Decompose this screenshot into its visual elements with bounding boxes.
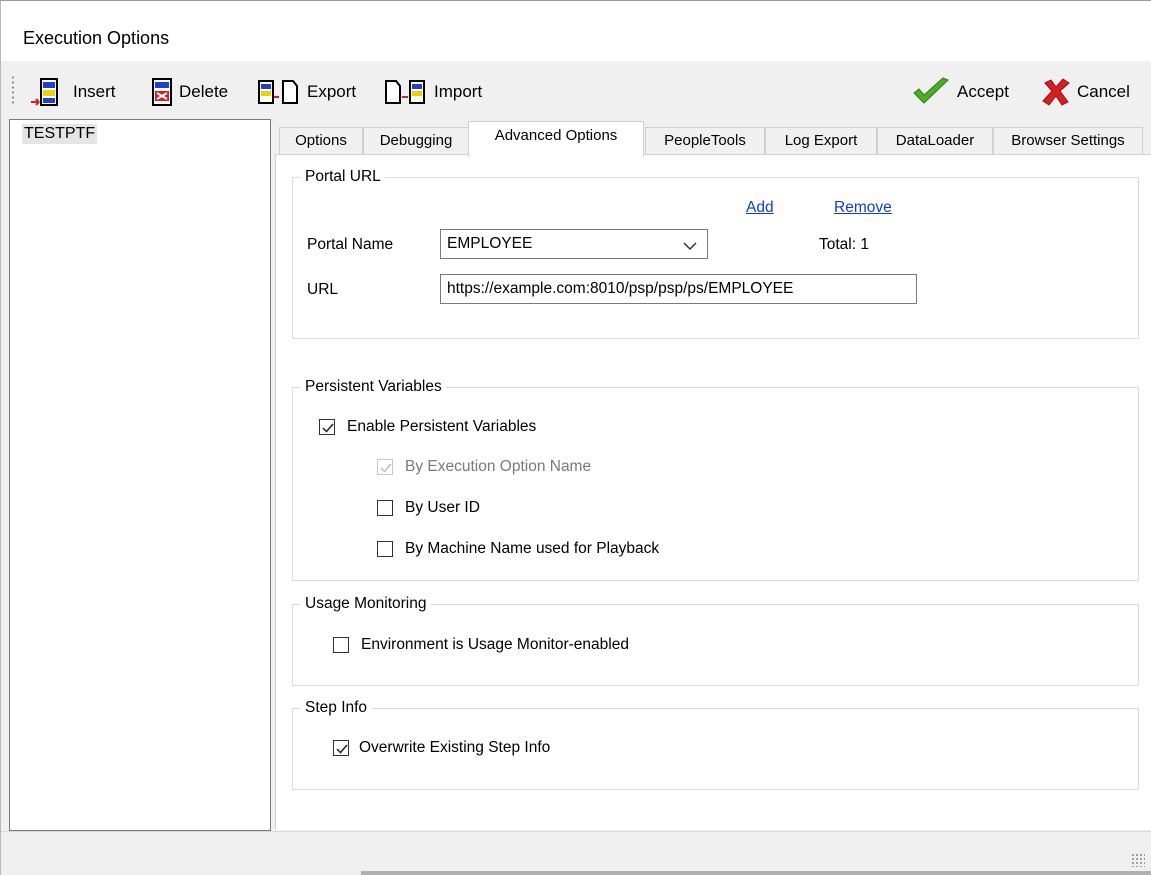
portal-name-value: EMPLOYEE (447, 235, 533, 252)
accept-button[interactable]: Accept (911, 77, 1009, 107)
portal-url-group: Portal URL (292, 166, 1139, 339)
checkbox-box[interactable] (319, 419, 335, 435)
import-button[interactable]: Import (384, 77, 482, 107)
by-execution-option-name-checkbox: By Execution Option Name (377, 457, 591, 477)
checkbox-box (377, 459, 393, 475)
tab-debugging[interactable]: Debugging (363, 127, 469, 155)
overwrite-step-info-label: Overwrite Existing Step Info (359, 739, 551, 756)
chevron-down-icon (683, 238, 697, 256)
tab-dataloader[interactable]: DataLoader (877, 127, 993, 155)
checkbox-box[interactable] (377, 500, 393, 516)
delete-label: Delete (179, 82, 229, 101)
window-title: Execution Options (23, 28, 170, 48)
usage-monitor-enabled-label: Environment is Usage Monitor-enabled (361, 636, 629, 653)
by-machine-name-checkbox[interactable]: By Machine Name used for Playback (377, 539, 659, 559)
insert-icon (27, 77, 67, 107)
tab-advanced-options[interactable]: Advanced Options (468, 121, 644, 157)
import-icon (384, 77, 428, 107)
enable-persistent-variables-checkbox[interactable]: Enable Persistent Variables (319, 417, 536, 437)
list-item[interactable]: TESTPTF (22, 124, 98, 144)
tab-log-export[interactable]: Log Export (765, 127, 877, 155)
export-button[interactable]: Export (257, 77, 356, 107)
url-field[interactable]: https://example.com:8010/psp/psp/ps/EMPL… (440, 274, 917, 304)
url-label: URL (307, 281, 339, 298)
checkbox-box[interactable] (333, 740, 349, 756)
checkbox-box[interactable] (333, 637, 349, 653)
title-bar: Execution Options (1, 1, 1151, 61)
checkmark-icon (911, 77, 951, 107)
tab-peopletools[interactable]: PeopleTools (645, 127, 765, 155)
cancel-label: Cancel (1077, 82, 1130, 101)
portal-name-select[interactable]: EMPLOYEE (440, 229, 708, 259)
delete-icon (151, 77, 173, 107)
export-label: Export (307, 82, 357, 101)
usage-monitoring-group-label: Usage Monitoring (301, 593, 431, 615)
remove-portal-link[interactable]: Remove (834, 199, 892, 217)
cancel-button[interactable]: Cancel (1041, 77, 1130, 107)
import-label: Import (434, 82, 483, 101)
resize-grip-icon[interactable] (1131, 853, 1145, 867)
portal-total-text: Total: 1 (819, 236, 869, 253)
insert-button[interactable]: Insert (27, 77, 116, 107)
execution-options-window: Execution Options Insert Delete Export I… (0, 0, 1151, 875)
url-value: https://example.com:8010/psp/psp/ps/EMPL… (447, 280, 794, 297)
portal-url-group-label: Portal URL (301, 166, 385, 188)
toolbar-grip[interactable] (11, 75, 15, 105)
by-execution-option-name-label: By Execution Option Name (405, 458, 592, 475)
by-user-id-checkbox[interactable]: By User ID (377, 498, 480, 518)
tab-browser-settings[interactable]: Browser Settings (993, 127, 1143, 155)
delete-button[interactable]: Delete (151, 77, 228, 107)
execution-option-list[interactable]: TESTPTF (9, 119, 271, 831)
portal-name-label: Portal Name (307, 236, 394, 253)
checkbox-box[interactable] (377, 541, 393, 557)
by-user-id-label: By User ID (405, 499, 480, 516)
persistent-variables-group-label: Persistent Variables (301, 376, 446, 398)
accept-label: Accept (957, 82, 1009, 101)
by-machine-name-label: By Machine Name used for Playback (405, 540, 660, 557)
step-info-group-label: Step Info (301, 697, 372, 719)
advanced-options-page: Portal URL Add Remove Portal Name EMPLOY… (275, 154, 1151, 830)
usage-monitor-enabled-checkbox[interactable]: Environment is Usage Monitor-enabled (333, 635, 629, 655)
tab-options[interactable]: Options (279, 127, 363, 155)
insert-label: Insert (73, 82, 116, 101)
overwrite-step-info-checkbox[interactable]: Overwrite Existing Step Info (333, 738, 550, 758)
enable-persistent-variables-label: Enable Persistent Variables (347, 418, 537, 435)
add-portal-link[interactable]: Add (746, 199, 774, 217)
horizontal-scrollbar[interactable] (361, 871, 1151, 875)
red-x-icon (1041, 77, 1071, 107)
export-icon (257, 77, 301, 107)
status-bar (1, 831, 1151, 875)
